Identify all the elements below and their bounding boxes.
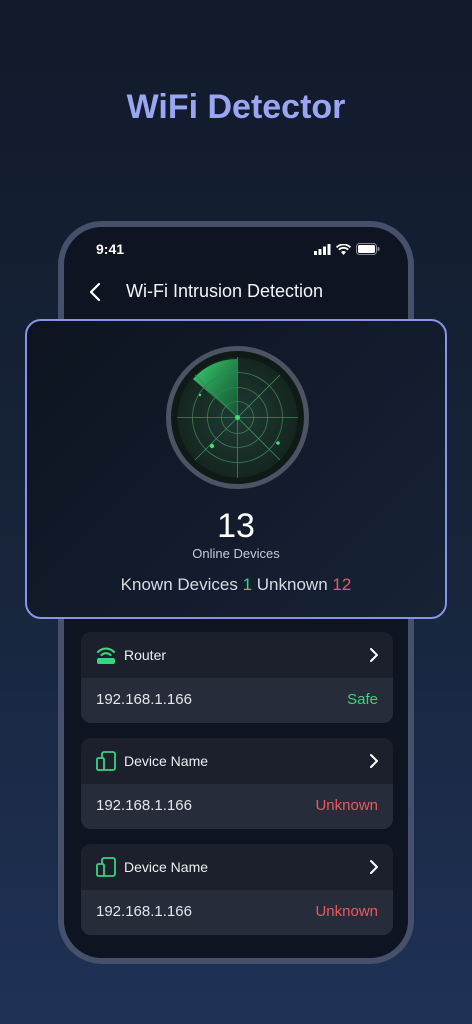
known-devices-label: Known Devices (120, 575, 238, 594)
unknown-devices-label: Unknown (256, 575, 328, 594)
device-header[interactable]: Device Name (81, 844, 393, 890)
scan-result-card: 13 Online Devices Known Devices 1 Unknow… (25, 319, 447, 619)
device-ip: 192.168.1.166 (96, 691, 192, 708)
device-details: 192.168.1.166 Unknown (81, 890, 393, 935)
device-card-router[interactable]: Router 192.168.1.166 Safe (81, 632, 393, 723)
device-name: Router (124, 647, 167, 663)
promo-headline: WiFi Detector (126, 88, 346, 126)
device-ip: 192.168.1.166 (96, 797, 192, 814)
device-header[interactable]: Router (81, 632, 393, 678)
device-icon (96, 751, 116, 771)
device-status: Unknown (315, 903, 378, 920)
unknown-devices-count: 12 (332, 575, 352, 594)
device-card[interactable]: Device Name 192.168.1.166 Unknown (81, 738, 393, 829)
chevron-right-icon[interactable] (369, 753, 379, 769)
device-details: 192.168.1.166 Unknown (81, 784, 393, 829)
device-status: Safe (347, 691, 378, 708)
router-icon (96, 647, 116, 664)
online-devices-label: Online Devices (192, 546, 280, 561)
device-ip: 192.168.1.166 (96, 903, 192, 920)
known-devices-count: 1 (242, 575, 253, 594)
chevron-right-icon[interactable] (369, 859, 379, 875)
nav-bar: Wi-Fi Intrusion Detection (64, 275, 408, 309)
wifi-icon (336, 243, 351, 255)
signal-icon (314, 243, 331, 255)
online-device-count: 13 (217, 507, 255, 545)
back-arrow-icon[interactable] (86, 281, 106, 303)
device-icon (96, 857, 116, 877)
page-title: Wi-Fi Intrusion Detection (126, 281, 324, 301)
status-bar: 9:41 (96, 239, 380, 259)
device-details: 192.168.1.166 Safe (81, 678, 393, 723)
device-summary: Known Devices 1 Unknown 12 (27, 575, 445, 595)
device-header[interactable]: Device Name (81, 738, 393, 784)
status-time: 9:41 (96, 241, 125, 257)
radar-icon (165, 345, 310, 490)
chevron-right-icon[interactable] (369, 647, 379, 663)
device-name: Device Name (124, 753, 209, 769)
device-card[interactable]: Device Name 192.168.1.166 Unknown (81, 844, 393, 935)
device-name: Device Name (124, 859, 209, 875)
battery-icon (356, 243, 380, 255)
device-status: Unknown (315, 797, 378, 814)
